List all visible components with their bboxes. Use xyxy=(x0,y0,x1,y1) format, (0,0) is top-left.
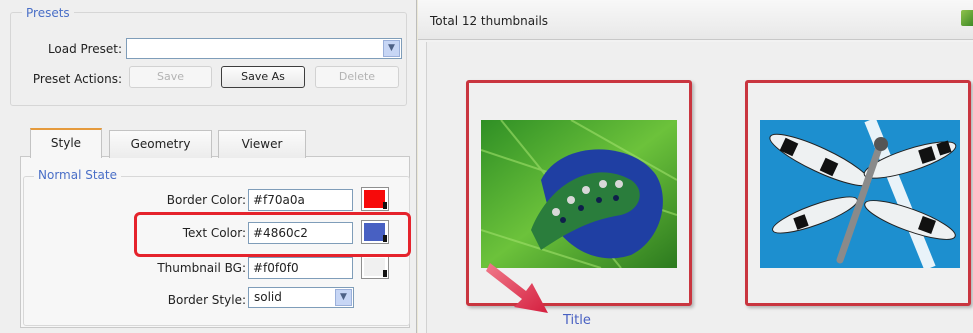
highlight-box xyxy=(134,212,411,257)
preset-actions-label: Preset Actions: xyxy=(32,72,122,86)
border-color-label: Border Color: xyxy=(166,193,246,207)
picker-corner-icon xyxy=(383,202,387,209)
thumbnail-bg-input[interactable]: #f0f0f0 xyxy=(248,257,353,279)
thumbnail-title: Title xyxy=(563,313,591,328)
thumbnail-bg-fill xyxy=(364,258,385,276)
thumbnail-bg-swatch[interactable] xyxy=(361,255,389,279)
tab-viewer[interactable]: Viewer xyxy=(218,130,306,158)
chevron-down-icon[interactable]: ▼ xyxy=(383,40,400,57)
chevron-down-icon[interactable]: ▼ xyxy=(335,289,352,306)
refresh-icon[interactable] xyxy=(961,10,973,26)
border-style-label: Border Style: xyxy=(167,293,246,307)
dragonfly-image xyxy=(760,120,960,268)
delete-button[interactable]: Delete xyxy=(315,66,399,88)
border-style-select[interactable]: solid ▼ xyxy=(248,287,354,308)
presets-group xyxy=(10,12,407,106)
border-style-value: solid xyxy=(254,290,282,304)
tab-style[interactable]: Style xyxy=(30,128,102,158)
annotation-arrow-icon xyxy=(486,263,548,313)
load-preset-label: Load Preset: xyxy=(47,42,122,56)
border-color-swatch[interactable] xyxy=(361,187,389,211)
load-preset-select[interactable]: ▼ xyxy=(126,38,402,59)
picker-corner-icon xyxy=(383,270,387,277)
normal-state-legend: Normal State xyxy=(34,168,121,182)
total-thumbnails-label: Total 12 thumbnails xyxy=(430,14,549,28)
save-button[interactable]: Save xyxy=(129,66,212,88)
tab-geometry[interactable]: Geometry xyxy=(109,130,212,158)
border-color-fill xyxy=(364,190,385,208)
border-color-input[interactable]: #f70a0a xyxy=(248,189,353,211)
thumbnail-bg-label: Thumbnail BG: xyxy=(157,261,246,275)
presets-legend: Presets xyxy=(22,6,74,20)
thumbnail-2[interactable] xyxy=(745,80,971,306)
save-as-button[interactable]: Save As xyxy=(221,66,305,88)
caterpillar-image xyxy=(481,120,677,268)
